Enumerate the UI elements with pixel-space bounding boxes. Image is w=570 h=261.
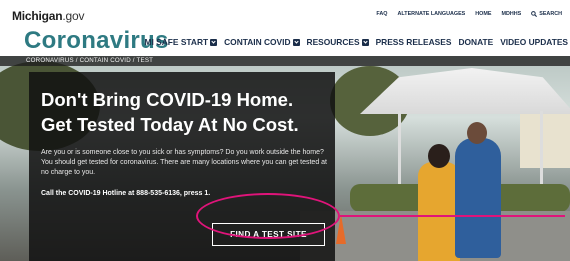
hero-headline: Don't Bring COVID-19 Home. Get Tested To… bbox=[41, 87, 333, 137]
alternate-languages-link[interactable]: ALTERNATE LANGUAGES bbox=[398, 11, 466, 17]
logo-suffix: .gov bbox=[62, 9, 85, 23]
annotation-ellipse bbox=[196, 193, 340, 239]
nav-video-updates[interactable]: VIDEO UPDATES bbox=[500, 37, 568, 47]
utility-links: FAQ ALTERNATE LANGUAGES HOME MDHHS SEARC… bbox=[376, 11, 562, 17]
nav-label: PRESS RELEASES bbox=[375, 37, 452, 47]
breadcrumb-bar: CORONAVIRUS / CONTAIN COVID / TEST bbox=[0, 56, 570, 66]
main-header: Coronavirus MI SAFE START CONTAIN COVID … bbox=[0, 27, 570, 56]
nav-mi-safe-start[interactable]: MI SAFE START bbox=[145, 37, 218, 47]
nav-label: MI SAFE START bbox=[144, 37, 209, 47]
nav-donate[interactable]: DONATE bbox=[458, 37, 493, 47]
nav-label: CONTAIN COVID bbox=[224, 37, 291, 47]
background-building bbox=[520, 108, 570, 168]
chevron-down-icon bbox=[210, 38, 218, 46]
home-link[interactable]: HOME bbox=[475, 11, 491, 17]
headline-line-2: Get Tested Today At No Cost. bbox=[41, 114, 299, 135]
michigan-gov-logo[interactable]: Michigan.gov bbox=[12, 9, 84, 23]
nav-label: VIDEO UPDATES bbox=[500, 37, 568, 47]
search-label: SEARCH bbox=[539, 11, 562, 17]
utility-bar: Michigan.gov FAQ ALTERNATE LANGUAGES HOM… bbox=[0, 0, 570, 28]
person-head bbox=[428, 144, 450, 168]
annotation-line bbox=[340, 215, 565, 217]
nav-label: RESOURCES bbox=[306, 37, 360, 47]
chevron-down-icon bbox=[292, 38, 300, 46]
nav-contain-covid[interactable]: CONTAIN COVID bbox=[224, 37, 300, 47]
nav-label: DONATE bbox=[458, 37, 494, 47]
search-link[interactable]: SEARCH bbox=[531, 11, 562, 17]
person-yellow-shirt bbox=[418, 162, 460, 261]
headline-line-1: Don't Bring COVID-19 Home. bbox=[41, 89, 294, 110]
mdhhs-link[interactable]: MDHHS bbox=[501, 11, 521, 17]
hero-body-text: Are you or is someone close to you sick … bbox=[41, 149, 328, 176]
chevron-down-icon bbox=[361, 38, 369, 46]
worker-head bbox=[467, 122, 487, 144]
health-worker bbox=[455, 138, 501, 258]
breadcrumb[interactable]: CORONAVIRUS / CONTAIN COVID / TEST bbox=[26, 57, 153, 64]
logo-main: Michigan bbox=[12, 9, 63, 23]
faq-link[interactable]: FAQ bbox=[376, 11, 387, 17]
nav-press-releases[interactable]: PRESS RELEASES bbox=[376, 37, 452, 47]
nav-resources[interactable]: RESOURCES bbox=[307, 37, 369, 47]
search-icon bbox=[531, 11, 538, 17]
main-nav: MI SAFE START CONTAIN COVID RESOURCES PR… bbox=[145, 37, 568, 47]
